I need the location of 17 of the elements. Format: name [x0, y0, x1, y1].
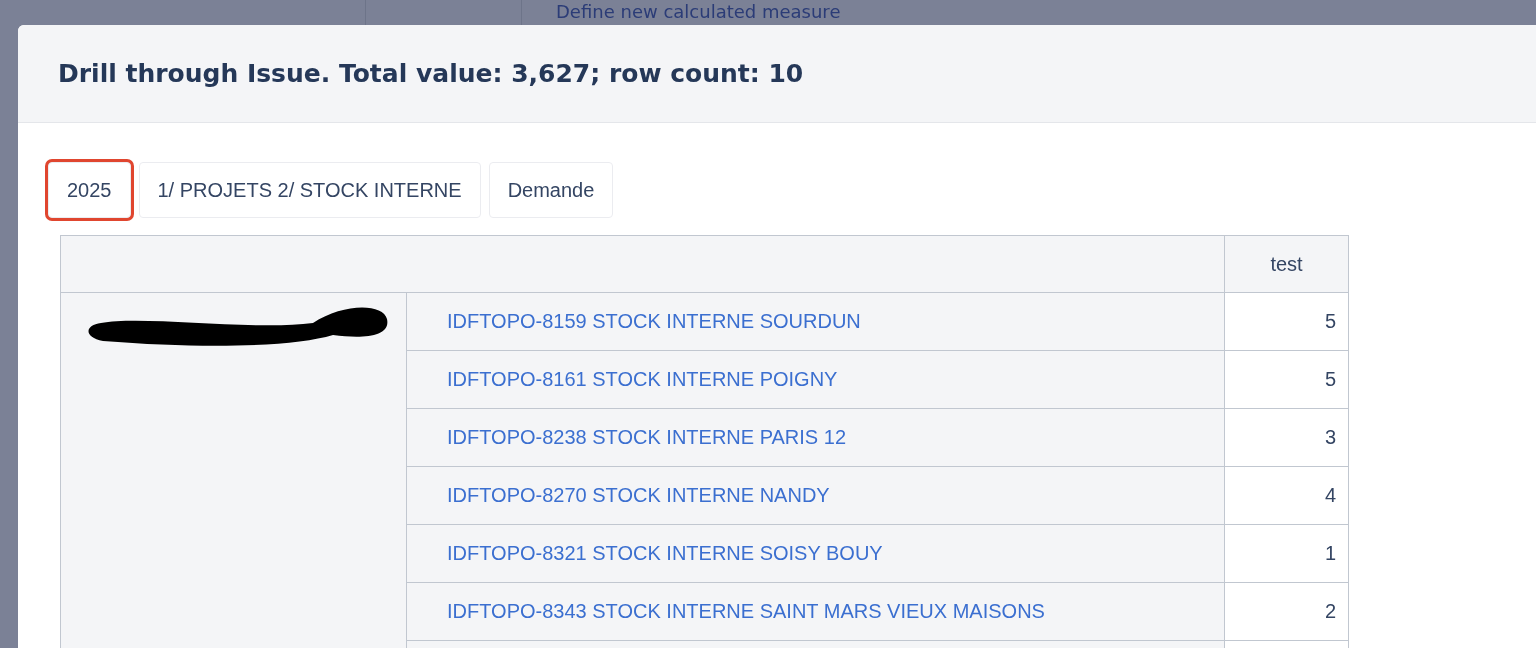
issue-link[interactable]: IDFTOPO-8238 STOCK INTERNE PARIS 12: [447, 426, 846, 448]
issue-link[interactable]: IDFTOPO-8159 STOCK INTERNE SOURDUN: [447, 310, 861, 332]
value-cell: 4: [1224, 466, 1349, 525]
value-cell: 1: [1224, 524, 1349, 583]
column-header: test: [1224, 235, 1349, 293]
issue-link[interactable]: IDFTOPO-8161 STOCK INTERNE POIGNY: [447, 368, 838, 390]
value-cell: 5: [1224, 292, 1349, 351]
value-cell: 5: [1224, 350, 1349, 409]
filter-chip[interactable]: Demande: [488, 162, 614, 218]
filter-chip[interactable]: 2025: [48, 162, 131, 218]
value-cell: 2: [1224, 582, 1349, 641]
filter-chip[interactable]: 1/ PROJETS 2/ STOCK INTERNE: [138, 162, 481, 218]
issue-link[interactable]: IDFTOPO-8270 STOCK INTERNE NANDY: [447, 484, 830, 506]
dialog-title: Drill through Issue. Total value: 3,627; row count: 10: [58, 59, 804, 88]
value-cell: 3: [1224, 408, 1349, 467]
issue-link[interactable]: IDFTOPO-8321 STOCK INTERNE SOISY BOUY: [447, 542, 883, 564]
measure-link[interactable]: Define new calculated measure: [556, 1, 841, 25]
